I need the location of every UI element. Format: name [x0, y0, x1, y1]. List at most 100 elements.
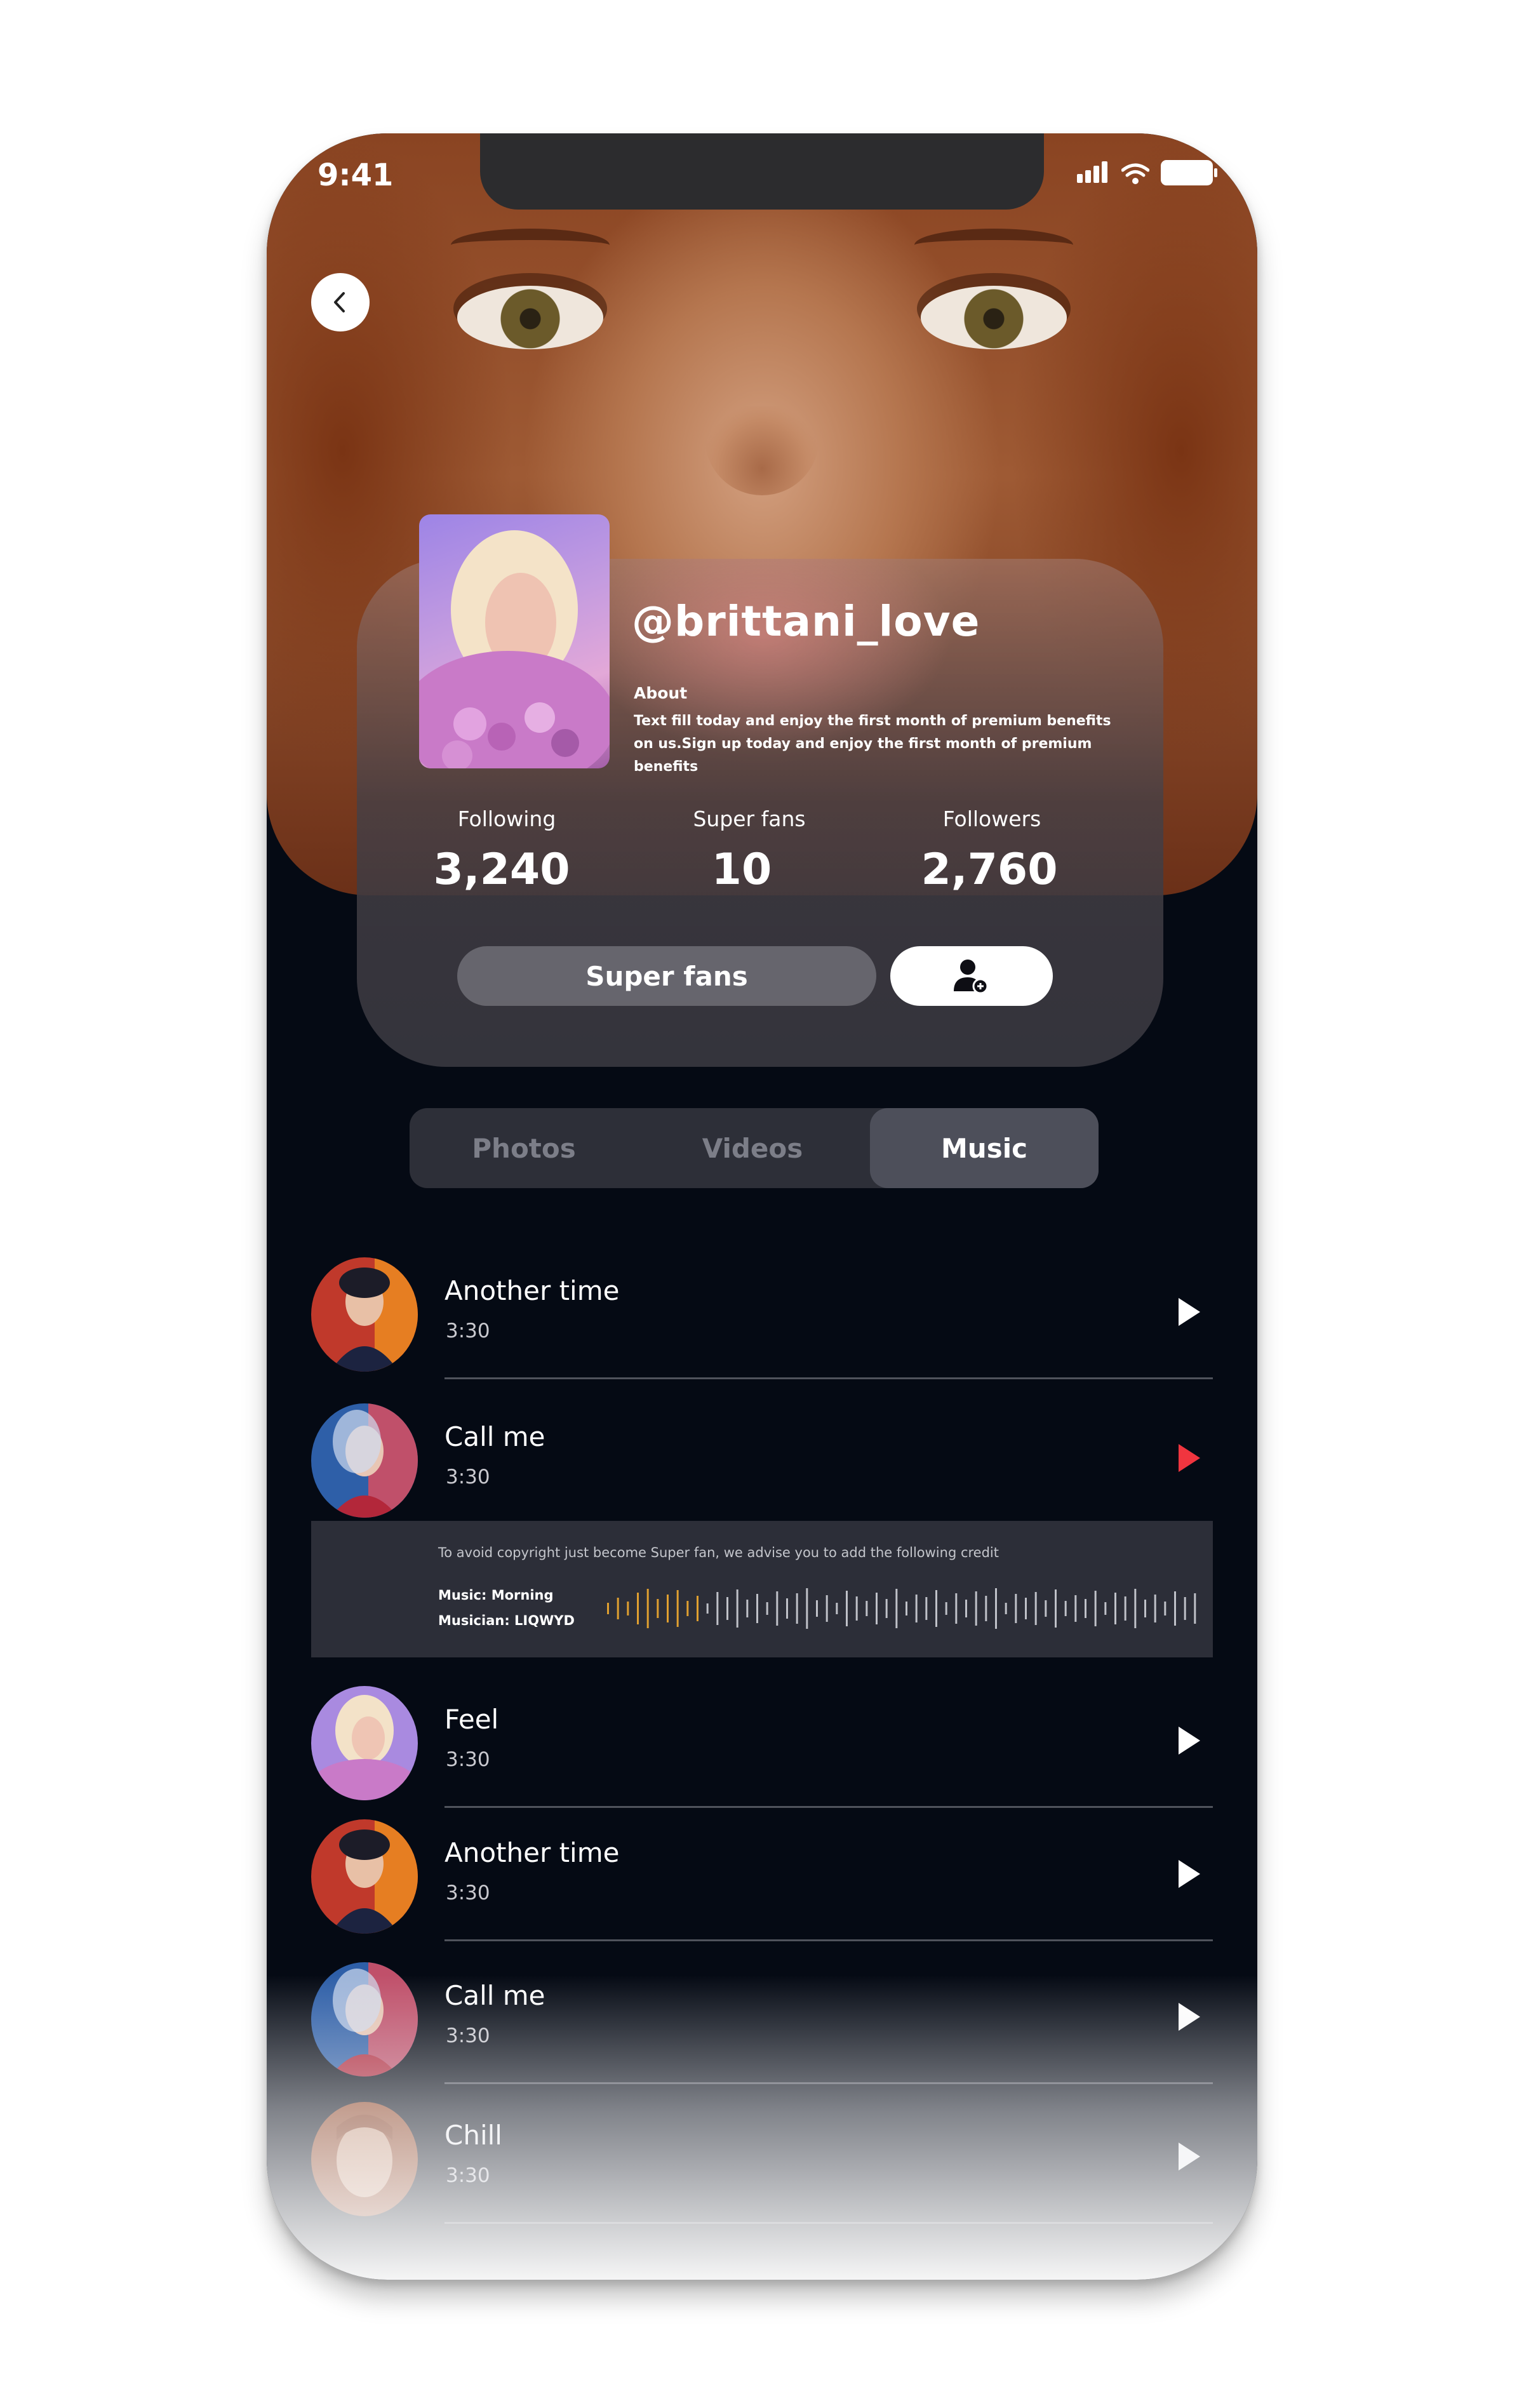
waveform-bar — [726, 1597, 728, 1620]
waveform-bar — [1064, 1601, 1067, 1616]
waveform-bar — [686, 1601, 689, 1616]
track-row[interactable]: Call me 3:30 — [311, 1403, 1213, 1530]
waveform-bar — [1154, 1595, 1156, 1622]
waveform-bar — [736, 1589, 739, 1628]
waveform-bar — [826, 1595, 828, 1622]
play-icon[interactable] — [1179, 1860, 1200, 1888]
super-fans-button-label: Super fans — [585, 960, 748, 992]
waveform-bar — [1055, 1589, 1057, 1628]
eye-left — [457, 286, 603, 349]
waveform-bar — [1085, 1599, 1086, 1618]
track-row[interactable]: Chill 3:30 — [311, 2102, 1213, 2229]
add-friend-button[interactable] — [890, 946, 1053, 1006]
waveform-bar — [1174, 1591, 1176, 1626]
tab-photos[interactable]: Photos — [410, 1108, 638, 1188]
track-row[interactable]: Another time 3:30 — [311, 1819, 1213, 1946]
track-duration: 3:30 — [446, 2024, 490, 2047]
track-duration: 3:30 — [446, 1466, 490, 1488]
credit-note: To avoid copyright just become Super fan… — [438, 1545, 999, 1560]
waveform-bar — [637, 1593, 639, 1624]
waveform-bar — [746, 1600, 749, 1617]
waveform-bar — [806, 1588, 808, 1629]
profile-avatar — [419, 514, 610, 768]
credit-music: Music: Morning — [438, 1588, 554, 1603]
track-cover — [311, 1403, 418, 1518]
eyebrow-right — [914, 229, 1073, 262]
status-time: 9:41 — [318, 157, 394, 193]
chevron-left-icon — [334, 292, 345, 312]
credit-musician: Musician: LIQWYD — [438, 1613, 575, 1628]
waveform-bar — [855, 1596, 858, 1621]
waveform-bar — [1124, 1596, 1126, 1621]
track-title: Call me — [444, 1421, 545, 1452]
waveform-bar — [915, 1595, 918, 1622]
audio-waveform[interactable] — [605, 1583, 1201, 1634]
divider — [444, 1806, 1213, 1808]
divider — [444, 1377, 1213, 1379]
waveform-bar — [816, 1600, 818, 1617]
waveform-bar — [1194, 1593, 1196, 1624]
media-tabs: Photos Videos Music — [410, 1108, 1099, 1188]
waveform-bar — [756, 1594, 758, 1623]
waveform-bar — [1104, 1602, 1107, 1615]
tab-videos[interactable]: Videos — [638, 1108, 867, 1188]
track-duration: 3:30 — [446, 1320, 490, 1342]
waveform-bar — [885, 1599, 888, 1618]
super-fans-button[interactable]: Super fans — [457, 946, 876, 1006]
wifi-icon — [1121, 163, 1149, 184]
battery-icon — [1161, 160, 1217, 185]
credit-panel: To avoid copyright just become Super fan… — [311, 1521, 1213, 1657]
track-row[interactable]: Call me 3:30 — [311, 1962, 1213, 2089]
waveform-bar — [676, 1590, 679, 1627]
waveform-bar — [1114, 1593, 1116, 1624]
waveform-bar — [1134, 1589, 1137, 1628]
waveform-bar — [1015, 1594, 1017, 1623]
about-text: Text fill today and enjoy the first mont… — [634, 713, 1111, 775]
waveform-bar — [985, 1596, 987, 1621]
track-duration: 3:30 — [446, 2164, 490, 2187]
waveform-bar — [1074, 1595, 1077, 1622]
waveform-bar — [796, 1593, 798, 1624]
play-icon[interactable] — [1179, 1298, 1200, 1326]
playing-icon[interactable] — [1179, 1444, 1200, 1472]
play-icon[interactable] — [1179, 2003, 1200, 2031]
play-icon[interactable] — [1179, 1727, 1200, 1755]
waveform-bar — [975, 1591, 977, 1626]
waveform-bar — [646, 1589, 649, 1628]
play-icon[interactable] — [1179, 2143, 1200, 2171]
stat-superfans-label: Super fans — [693, 806, 806, 831]
waveform-bar — [627, 1602, 629, 1615]
waveform-bar — [876, 1593, 878, 1624]
track-row[interactable]: Another time 3:30 — [311, 1257, 1213, 1384]
track-cover — [311, 1686, 418, 1800]
add-user-icon — [954, 960, 989, 994]
waveform-bar — [836, 1603, 838, 1614]
username: @brittani_love — [632, 597, 980, 646]
track-row[interactable]: Feel 3:30 — [311, 1686, 1213, 1813]
stat-followers-label: Followers — [942, 806, 1041, 831]
track-duration: 3:30 — [446, 1748, 490, 1771]
eye-right — [921, 286, 1067, 349]
waveform-bar — [945, 1602, 947, 1615]
waveform-bar — [895, 1589, 898, 1628]
stat-superfans-value: 10 — [711, 845, 772, 895]
track-cover — [311, 1257, 418, 1372]
phone-notch — [480, 133, 1044, 210]
back-button[interactable] — [311, 273, 370, 331]
track-title: Feel — [444, 1704, 499, 1735]
waveform-bar — [706, 1603, 709, 1614]
waveform-bar — [965, 1600, 967, 1617]
waveform-bar — [955, 1593, 958, 1624]
waveform-bar — [846, 1591, 848, 1626]
about-heading: About — [634, 684, 688, 702]
waveform-bar — [697, 1596, 698, 1621]
divider — [444, 2082, 1213, 2084]
track-title: Another time — [444, 1275, 620, 1306]
waveform-bar — [925, 1597, 928, 1620]
stat-following-value: 3,240 — [433, 845, 570, 895]
tab-music[interactable]: Music — [870, 1108, 1099, 1188]
track-title: Call me — [444, 1980, 545, 2011]
track-cover — [311, 1962, 418, 2077]
waveform-bar — [786, 1598, 788, 1619]
waveform-bar — [995, 1588, 997, 1629]
